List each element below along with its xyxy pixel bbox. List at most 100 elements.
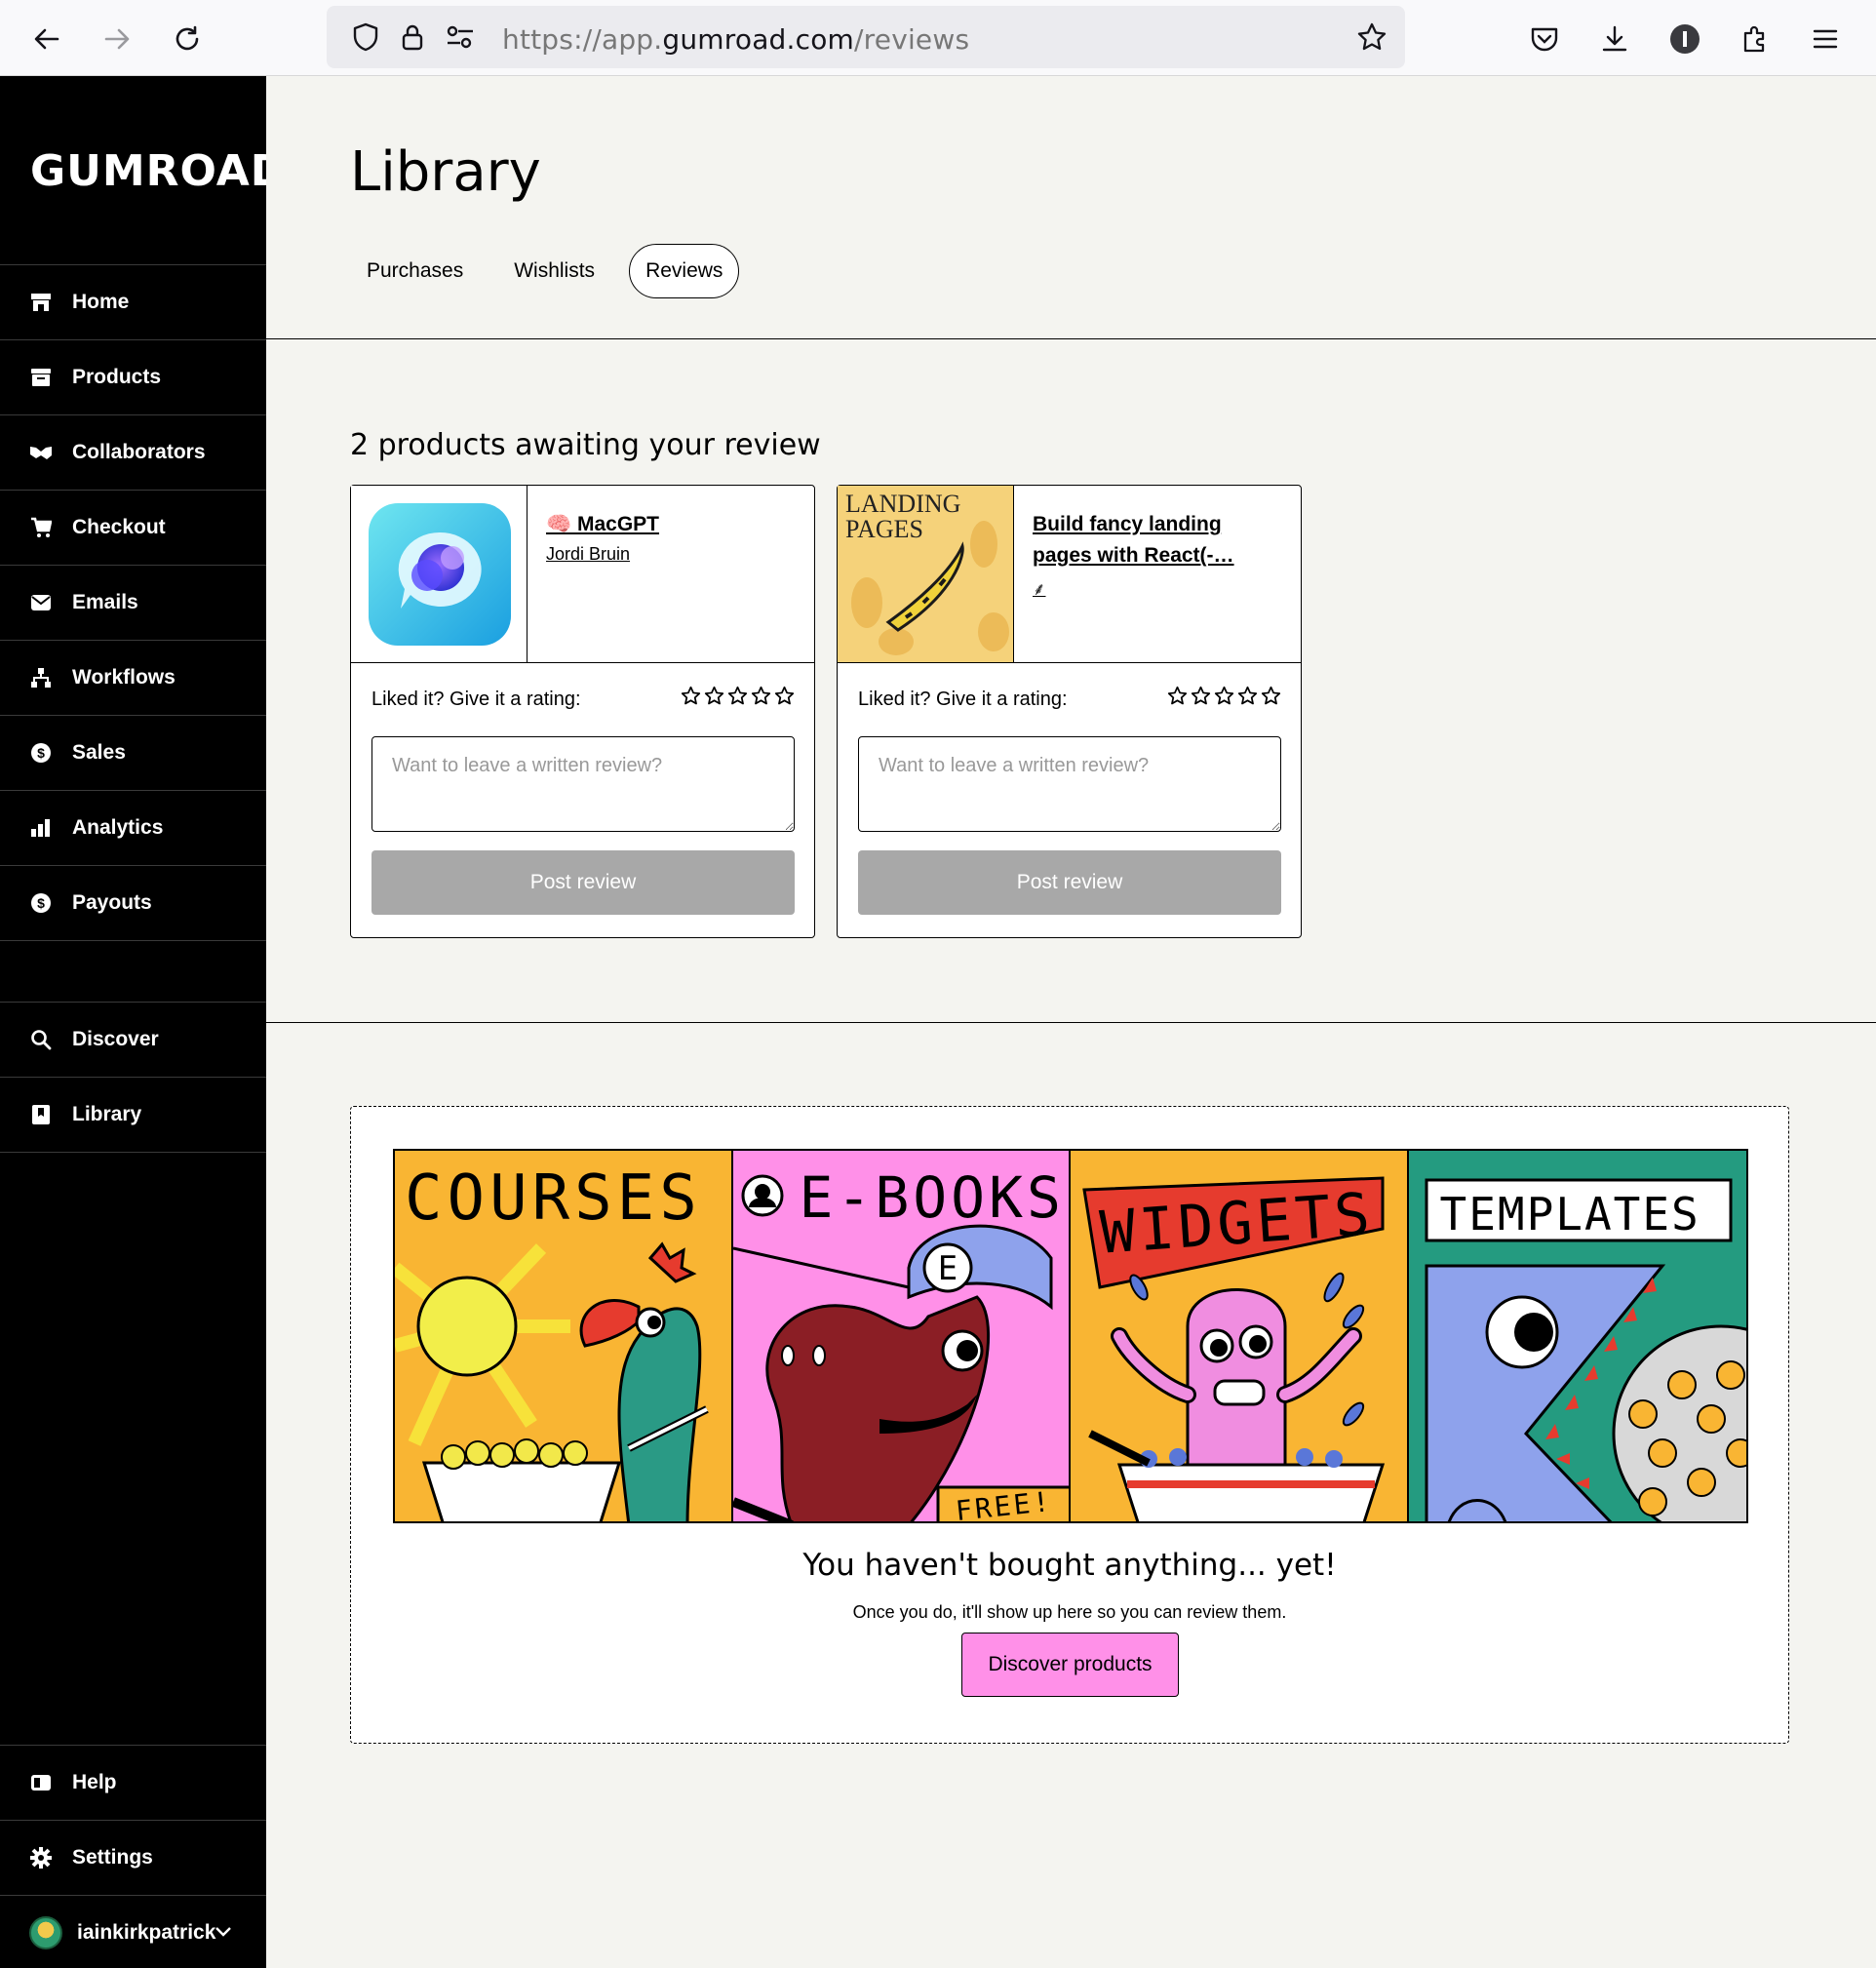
tab-reviews[interactable]: Reviews: [629, 244, 740, 298]
svg-text:$: $: [37, 745, 45, 761]
main-content: Library Purchases Wishlists Reviews 2 pr…: [266, 76, 1876, 1968]
star-icon[interactable]: [1167, 686, 1188, 706]
star-icon[interactable]: [1237, 686, 1258, 706]
lock-icon[interactable]: [397, 21, 428, 53]
search-icon: [29, 1028, 53, 1051]
sidebar-item-label: Workflows: [72, 666, 176, 689]
sidebar-item-emails[interactable]: Emails: [0, 565, 266, 640]
sidebar-item-workflows[interactable]: Workflows: [0, 640, 266, 715]
gear-icon: [29, 1846, 53, 1870]
rating-label: Liked it? Give it a rating:: [371, 689, 581, 710]
sidebar-divider: [0, 940, 266, 941]
post-review-button[interactable]: Post review: [858, 850, 1281, 915]
product-name-link[interactable]: Build fancy landing pages with React(-…: [1033, 509, 1286, 571]
product-name-link[interactable]: 🧠 MacGPT: [546, 509, 800, 540]
archive-icon: [29, 366, 53, 389]
creator-link[interactable]: ⸙: [1033, 577, 1046, 601]
thumbnail-text: LANDING PAGES: [845, 490, 961, 543]
sidebar-item-library[interactable]: Library: [0, 1077, 266, 1152]
book-icon: [29, 1771, 53, 1794]
back-button[interactable]: [25, 18, 68, 60]
sidebar-item-discover[interactable]: Discover: [0, 1002, 266, 1077]
star-icon[interactable]: [1191, 686, 1211, 706]
product-thumbnail[interactable]: LANDING PAGES: [838, 486, 1014, 662]
sidebar-item-label: Products: [72, 366, 162, 388]
svg-text:$: $: [37, 895, 45, 911]
review-textarea[interactable]: [858, 736, 1281, 832]
bookmark-icon: [29, 1103, 53, 1126]
extensions-icon[interactable]: [1738, 21, 1773, 57]
card-divider: [351, 662, 814, 663]
widgets-panel: WIDGETS: [1071, 1151, 1409, 1521]
sidebar-item-help[interactable]: Help: [0, 1745, 266, 1820]
dollar-circle-icon: $: [29, 741, 53, 765]
sidebar-item-sales[interactable]: $ Sales: [0, 715, 266, 790]
star-icon[interactable]: [1214, 686, 1234, 706]
review-textarea[interactable]: [371, 736, 795, 832]
envelope-icon: [29, 591, 53, 614]
star-icon[interactable]: [751, 686, 771, 706]
templates-panel: TEMPLATES: [1408, 1151, 1746, 1521]
sidebar: GUMROAD Home Products Collaborators Chec…: [0, 76, 286, 1968]
menu-icon[interactable]: [1808, 21, 1843, 57]
sidebar-item-products[interactable]: Products: [0, 339, 266, 414]
reload-button[interactable]: [166, 18, 209, 60]
forward-button[interactable]: [96, 18, 138, 60]
star-icon[interactable]: [727, 686, 748, 706]
review-card: 🧠 MacGPT Jordi Bruin Liked it? Give it a…: [350, 485, 815, 938]
star-icon[interactable]: [704, 686, 724, 706]
tab-wishlists[interactable]: Wishlists: [497, 244, 611, 298]
page-header: Library Purchases Wishlists Reviews: [266, 76, 1876, 339]
empty-state-illustration: COURSES E E-BOOKS FREE! WIDGETS TEMPLATE…: [393, 1149, 1748, 1523]
sidebar-item-collaborators[interactable]: Collaborators: [0, 414, 266, 490]
creator-link[interactable]: Jordi Bruin: [546, 544, 630, 565]
account-icon[interactable]: [1667, 21, 1702, 57]
download-icon[interactable]: [1597, 21, 1632, 57]
empty-state: COURSES E E-BOOKS FREE! WIDGETS TEMPLATE…: [350, 1106, 1789, 1744]
address-bar[interactable]: https://app.gumroad.com/reviews: [327, 6, 1405, 68]
sidebar-item-checkout[interactable]: Checkout: [0, 490, 266, 565]
panel-title: TEMPLATES: [1439, 1188, 1700, 1240]
sidebar-item-label: Library: [72, 1103, 142, 1125]
star-rating: [681, 686, 795, 706]
handshake-icon: [29, 441, 53, 464]
permissions-icon[interactable]: [444, 21, 477, 53]
star-icon[interactable]: [1261, 686, 1281, 706]
pocket-icon[interactable]: [1527, 21, 1562, 57]
panel-title: COURSES: [405, 1162, 702, 1235]
sidebar-item-label: Checkout: [72, 516, 166, 538]
rating-label: Liked it? Give it a rating:: [858, 689, 1068, 710]
dollar-circle-icon: $: [29, 891, 53, 915]
sidebar-item-label: Payouts: [72, 891, 152, 914]
product-thumbnail[interactable]: [351, 486, 528, 662]
star-icon[interactable]: [774, 686, 795, 706]
sidebar-item-label: Sales: [72, 741, 126, 764]
sidebar-item-payouts[interactable]: $ Payouts: [0, 865, 266, 940]
tab-purchases[interactable]: Purchases: [350, 244, 480, 298]
sidebar-item-label: Analytics: [72, 816, 164, 839]
shield-icon[interactable]: [350, 21, 381, 53]
sidebar-item-home[interactable]: Home: [0, 264, 266, 339]
url-text: https://app.gumroad.com/reviews: [502, 23, 970, 56]
sidebar-item-label: Home: [72, 291, 130, 313]
section-title: 2 products awaiting your review: [350, 428, 821, 462]
ebooks-panel: E E-BOOKS FREE!: [732, 1151, 1071, 1521]
sidebar-item-label: Discover: [72, 1028, 159, 1050]
empty-state-subtitle: Once you do, it'll show up here so you c…: [852, 1602, 1287, 1622]
avatar: [29, 1916, 62, 1949]
post-review-button[interactable]: Post review: [371, 850, 795, 915]
discover-products-button[interactable]: Discover products: [961, 1633, 1179, 1697]
svg-text:E: E: [937, 1249, 957, 1288]
gumroad-logo[interactable]: GUMROAD: [30, 146, 287, 196]
sidebar-item-settings[interactable]: Settings: [0, 1820, 266, 1895]
arrow-right-icon: [104, 28, 130, 50]
username: iainkirkpatrick: [77, 1921, 216, 1944]
sidebar-item-analytics[interactable]: Analytics: [0, 790, 266, 865]
card-divider: [838, 662, 1301, 663]
reload-icon: [176, 25, 199, 51]
bookmark-star-icon[interactable]: [1354, 20, 1389, 55]
courses-panel: COURSES: [395, 1151, 733, 1521]
store-icon: [29, 291, 53, 314]
star-icon[interactable]: [681, 686, 701, 706]
user-menu[interactable]: iainkirkpatrick: [0, 1895, 266, 1968]
